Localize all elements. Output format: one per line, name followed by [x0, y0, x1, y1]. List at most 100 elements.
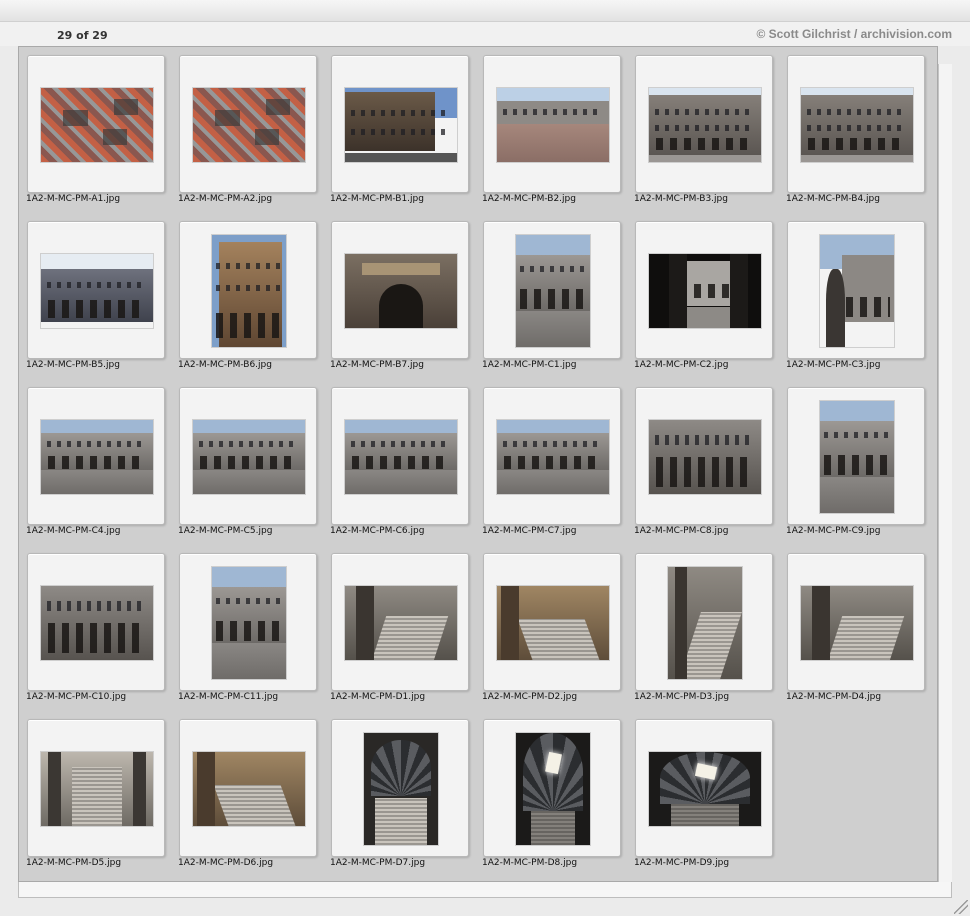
thumbnail-image[interactable] — [193, 752, 305, 826]
thumbnail-cell[interactable]: 1A2-M-MC-PM-C2.jpg — [627, 213, 779, 373]
thumbnail-cell[interactable]: 1A2-M-MC-PM-C1.jpg — [475, 213, 627, 373]
slide-frame[interactable] — [27, 719, 165, 857]
thumbnail-cell[interactable]: 1A2-M-MC-PM-D2.jpg — [475, 545, 627, 705]
slide-frame[interactable] — [483, 387, 621, 525]
thumbnail-cell[interactable]: 1A2-M-MC-PM-A2.jpg — [171, 47, 323, 207]
slide-frame[interactable] — [787, 387, 925, 525]
thumbnail-image[interactable] — [516, 733, 590, 845]
slide-frame[interactable] — [331, 553, 469, 691]
slide-frame[interactable] — [331, 719, 469, 857]
thumbnail-image[interactable] — [345, 586, 457, 660]
thumbnail-cell[interactable]: 1A2-M-MC-PM-D4.jpg — [779, 545, 931, 705]
thumbnail-image[interactable] — [193, 88, 305, 162]
thumbnail-image[interactable] — [345, 254, 457, 328]
thumbnail-image[interactable] — [41, 752, 153, 826]
slide-frame[interactable] — [787, 553, 925, 691]
thumbnail-cell[interactable]: 1A2-M-MC-PM-B4.jpg — [779, 47, 931, 207]
thumbnail-cell[interactable]: 1A2-M-MC-PM-C7.jpg — [475, 379, 627, 539]
slide-frame[interactable] — [483, 553, 621, 691]
thumbnail-image[interactable] — [649, 254, 761, 328]
thumbnail-image[interactable] — [41, 420, 153, 494]
thumbnail-image[interactable] — [41, 88, 153, 162]
slide-frame[interactable] — [179, 553, 317, 691]
slide-frame[interactable] — [27, 553, 165, 691]
thumbnail-image[interactable] — [820, 401, 894, 513]
thumbnail-image[interactable] — [497, 88, 609, 162]
slide-frame[interactable] — [635, 553, 773, 691]
thumbnail-cell[interactable]: 1A2-M-MC-PM-C4.jpg — [19, 379, 171, 539]
thumbnail-cell[interactable]: 1A2-M-MC-PM-A1.jpg — [19, 47, 171, 207]
slide-frame[interactable] — [787, 221, 925, 359]
slide-frame[interactable] — [27, 55, 165, 193]
slide-frame[interactable] — [483, 221, 621, 359]
thumbnail-cell[interactable]: 1A2-M-MC-PM-D3.jpg — [627, 545, 779, 705]
thumbnail-filename: 1A2-M-MC-PM-C6.jpg — [330, 526, 425, 536]
resize-grip-icon[interactable] — [954, 900, 968, 914]
thumbnail-cell[interactable]: 1A2-M-MC-PM-B3.jpg — [627, 47, 779, 207]
slide-frame[interactable] — [27, 221, 165, 359]
slide-frame[interactable] — [635, 55, 773, 193]
slide-frame[interactable] — [635, 387, 773, 525]
thumbnail-image[interactable] — [345, 420, 457, 494]
thumbnail-cell[interactable]: 1A2-M-MC-PM-D8.jpg — [475, 711, 627, 871]
slide-frame[interactable] — [27, 387, 165, 525]
thumbnail-image[interactable] — [193, 420, 305, 494]
thumbnail-filename: 1A2-M-MC-PM-C9.jpg — [786, 526, 881, 536]
thumbnail-cell[interactable]: 1A2-M-MC-PM-B2.jpg — [475, 47, 627, 207]
thumbnail-filename: 1A2-M-MC-PM-A2.jpg — [178, 194, 273, 204]
thumbnail-filename: 1A2-M-MC-PM-C3.jpg — [786, 360, 881, 370]
slide-frame[interactable] — [331, 221, 469, 359]
thumbnail-image[interactable] — [41, 586, 153, 660]
thumbnail-cell[interactable]: 1A2-M-MC-PM-B5.jpg — [19, 213, 171, 373]
thumbnail-image[interactable] — [649, 752, 761, 826]
thumbnail-filename: 1A2-M-MC-PM-D9.jpg — [634, 858, 730, 868]
slide-frame[interactable] — [179, 387, 317, 525]
slide-frame[interactable] — [635, 719, 773, 857]
slide-frame[interactable] — [483, 55, 621, 193]
slide-frame[interactable] — [331, 387, 469, 525]
slide-frame[interactable] — [331, 55, 469, 193]
thumbnail-image[interactable] — [516, 235, 590, 347]
slide-frame[interactable] — [179, 55, 317, 193]
slide-frame[interactable] — [179, 221, 317, 359]
thumbnail-image[interactable] — [649, 88, 761, 162]
thumbnail-cell[interactable]: 1A2-M-MC-PM-B7.jpg — [323, 213, 475, 373]
thumbnail-image[interactable] — [668, 567, 742, 679]
thumbnail-cell[interactable]: 1A2-M-MC-PM-C10.jpg — [19, 545, 171, 705]
thumbnail-cell[interactable]: 1A2-M-MC-PM-C11.jpg — [171, 545, 323, 705]
slide-frame[interactable] — [635, 221, 773, 359]
thumbnail-filename: 1A2-M-MC-PM-B6.jpg — [178, 360, 272, 370]
thumbnail-image[interactable] — [649, 420, 761, 494]
thumbnail-cell[interactable]: 1A2-M-MC-PM-C9.jpg — [779, 379, 931, 539]
thumbnail-cell[interactable]: 1A2-M-MC-PM-D7.jpg — [323, 711, 475, 871]
thumbnail-image[interactable] — [345, 88, 457, 162]
thumbnail-image[interactable] — [212, 235, 286, 347]
thumbnail-image[interactable] — [497, 586, 609, 660]
thumbnail-cell[interactable]: 1A2-M-MC-PM-D9.jpg — [627, 711, 779, 871]
thumbnail-image[interactable] — [41, 254, 153, 328]
thumbnail-cell[interactable]: 1A2-M-MC-PM-D1.jpg — [323, 545, 475, 705]
thumbnail-filename: 1A2-M-MC-PM-D3.jpg — [634, 692, 730, 702]
thumbnail-image[interactable] — [497, 420, 609, 494]
thumbnail-cell[interactable]: 1A2-M-MC-PM-C6.jpg — [323, 379, 475, 539]
vertical-scrollbar[interactable] — [938, 64, 952, 882]
thumbnail-cell[interactable]: 1A2-M-MC-PM-C5.jpg — [171, 379, 323, 539]
thumbnail-grid: 1A2-M-MC-PM-A1.jpg 1A2-M-MC-PM-A2.jpg 1A… — [18, 46, 938, 882]
thumbnail-filename: 1A2-M-MC-PM-C1.jpg — [482, 360, 577, 370]
thumbnail-image[interactable] — [801, 586, 913, 660]
thumbnail-image[interactable] — [364, 733, 438, 845]
thumbnail-cell[interactable]: 1A2-M-MC-PM-D6.jpg — [171, 711, 323, 871]
thumbnail-image[interactable] — [820, 235, 894, 347]
thumbnail-cell[interactable]: 1A2-M-MC-PM-B6.jpg — [171, 213, 323, 373]
thumbnail-cell[interactable]: 1A2-M-MC-PM-B1.jpg — [323, 47, 475, 207]
slide-frame[interactable] — [483, 719, 621, 857]
thumbnail-filename: 1A2-M-MC-PM-B1.jpg — [330, 194, 424, 204]
slide-frame[interactable] — [179, 719, 317, 857]
thumbnail-cell[interactable]: 1A2-M-MC-PM-D5.jpg — [19, 711, 171, 871]
thumbnail-image[interactable] — [801, 88, 913, 162]
thumbnail-cell[interactable]: 1A2-M-MC-PM-C8.jpg — [627, 379, 779, 539]
thumbnail-image[interactable] — [212, 567, 286, 679]
thumbnail-cell[interactable]: 1A2-M-MC-PM-C3.jpg — [779, 213, 931, 373]
slide-frame[interactable] — [787, 55, 925, 193]
thumbnail-filename: 1A2-M-MC-PM-C2.jpg — [634, 360, 729, 370]
